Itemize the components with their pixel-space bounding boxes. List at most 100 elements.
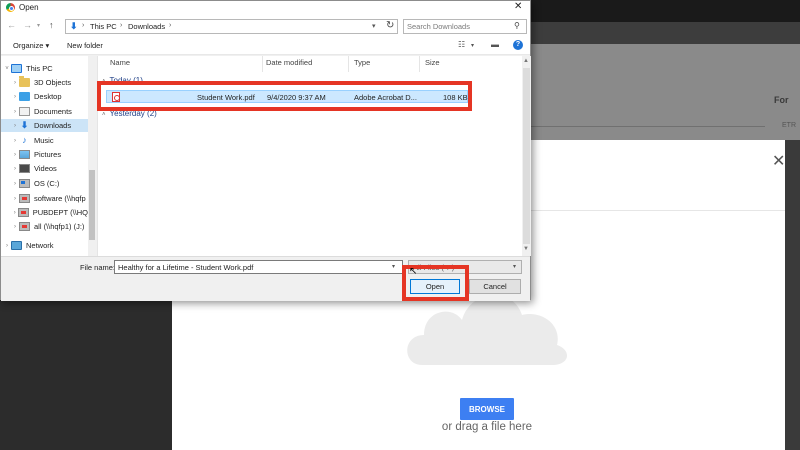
refresh-icon[interactable]: ↻: [386, 20, 394, 31]
expand-icon[interactable]: ›: [11, 166, 19, 172]
modal-close-icon[interactable]: ✕: [772, 154, 785, 170]
expand-icon[interactable]: ›: [11, 138, 19, 144]
search-input[interactable]: [407, 21, 513, 32]
expand-icon[interactable]: ›: [11, 109, 19, 115]
view-options-icon[interactable]: ☷: [458, 40, 465, 49]
highlight-box-file: [97, 81, 472, 111]
downloads-icon: ⬇: [70, 21, 78, 31]
browse-button[interactable]: BROWSE: [460, 398, 514, 420]
sidebar-item-pictures[interactable]: › Pictures: [11, 148, 88, 161]
cancel-button[interactable]: Cancel: [469, 279, 521, 294]
dialog-title: Open: [19, 3, 39, 12]
documents-icon: [19, 107, 30, 116]
column-header-type[interactable]: Type: [354, 58, 370, 72]
background-for-text: For: [774, 95, 789, 105]
breadcrumb-this-pc[interactable]: This PC: [90, 22, 117, 31]
downloads-icon: ⬇: [20, 120, 29, 130]
network-drive-icon: [19, 194, 30, 203]
expand-icon[interactable]: ›: [11, 224, 19, 230]
sidebar-item-pubdept[interactable]: › PUBDEPT (\\HQ: [11, 206, 88, 219]
file-name-field[interactable]: Healthy for a Lifetime - Student Work.pd…: [114, 260, 403, 274]
videos-icon: [19, 164, 30, 173]
chevron-down-icon[interactable]: ▾: [372, 22, 376, 30]
chevron-right-icon: ›: [120, 22, 123, 29]
computer-icon: [11, 64, 22, 73]
new-folder-button[interactable]: New folder: [67, 41, 103, 50]
drive-icon: [19, 179, 30, 188]
column-divider[interactable]: [262, 56, 263, 72]
network-drive-icon: [18, 208, 29, 217]
expand-icon[interactable]: ›: [11, 152, 19, 158]
close-icon[interactable]: ✕: [514, 1, 522, 12]
chevron-down-icon[interactable]: ▾: [392, 263, 395, 270]
address-bar[interactable]: ⬇ › This PC › Downloads › ▾ ↻: [65, 19, 398, 34]
up-arrow-icon[interactable]: ↑: [49, 20, 54, 30]
chevron-down-icon[interactable]: ▾: [471, 42, 474, 49]
file-list-scrollbar[interactable]: ▲ ▼: [522, 56, 531, 256]
navigation-pane: ˅ This PC › 3D Objects › Desktop › Docum…: [1, 56, 96, 256]
organize-button[interactable]: Organize ▾: [13, 41, 49, 50]
expand-icon[interactable]: ›: [11, 196, 19, 202]
column-divider[interactable]: [419, 56, 420, 72]
expand-icon[interactable]: ›: [11, 80, 19, 86]
sidebar-item-os-drive[interactable]: › OS (C:): [11, 177, 88, 190]
network-drive-icon: [19, 222, 30, 231]
sidebar-item-label: Network: [26, 241, 54, 250]
scroll-down-icon[interactable]: ▼: [523, 246, 529, 252]
expand-icon[interactable]: ›: [3, 243, 11, 249]
mouse-cursor-icon: ↖: [409, 266, 418, 277]
scrollbar-thumb[interactable]: [523, 68, 530, 244]
chevron-up-icon: ˄: [102, 112, 106, 118]
open-file-dialog: Open ✕ ← → ▾ ↑ ⬇ › This PC › Downloads ›…: [0, 0, 531, 301]
expand-icon[interactable]: ›: [11, 123, 19, 129]
sidebar-item-all-drive[interactable]: › all (\\hqfp1) (J:): [11, 220, 88, 233]
dialog-titlebar: Open ✕: [1, 1, 530, 15]
sidebar-item-music[interactable]: › ♪ Music: [11, 134, 88, 147]
sidebar-item-software[interactable]: › software (\\hqfp: [11, 192, 88, 205]
column-header-name[interactable]: Name: [110, 58, 130, 72]
navigation-bar: ← → ▾ ↑ ⬇ › This PC › Downloads › ▾ ↻ ⚲: [1, 15, 530, 37]
sidebar-item-label: This PC: [26, 64, 53, 73]
sidebar-item-network[interactable]: › Network: [3, 239, 88, 252]
column-header-size[interactable]: Size: [425, 58, 440, 72]
chevron-right-icon: ›: [169, 22, 172, 29]
preview-pane-icon[interactable]: ▬: [491, 40, 499, 49]
sidebar-item-downloads[interactable]: › ⬇ Downloads: [1, 119, 88, 132]
recent-locations-icon[interactable]: ▾: [37, 22, 40, 29]
chevron-right-icon: ›: [82, 22, 85, 29]
collapse-icon[interactable]: ˅: [3, 66, 11, 72]
sidebar-item-documents[interactable]: › Documents: [11, 105, 88, 118]
sidebar-item-label: 3D Objects: [34, 78, 72, 87]
sidebar-item-label: Desktop: [34, 92, 62, 101]
back-arrow-icon[interactable]: ←: [7, 20, 16, 30]
column-divider[interactable]: [348, 56, 349, 72]
expand-icon[interactable]: ›: [11, 181, 19, 187]
sidebar-item-desktop[interactable]: › Desktop: [11, 90, 88, 103]
expand-icon[interactable]: ›: [11, 94, 19, 100]
sidebar-item-label: Videos: [34, 164, 57, 173]
sidebar-item-3d-objects[interactable]: › 3D Objects: [11, 76, 88, 89]
sidebar-item-label: Pictures: [34, 150, 62, 159]
scrollbar-thumb[interactable]: [89, 170, 95, 240]
column-header-date[interactable]: Date modified: [266, 58, 312, 72]
sidebar-item-this-pc[interactable]: ˅ This PC: [3, 62, 88, 75]
command-bar: Organize ▾ New folder ☷ ▾ ▬ ?: [1, 37, 530, 55]
chrome-icon: [6, 3, 15, 12]
network-icon: [11, 241, 22, 250]
divider: [530, 126, 765, 127]
sidebar-item-videos[interactable]: › Videos: [11, 162, 88, 175]
background-top-bar: [530, 0, 800, 22]
search-box[interactable]: ⚲: [403, 19, 527, 34]
expand-icon[interactable]: ›: [11, 210, 18, 216]
forward-arrow-icon[interactable]: →: [23, 20, 32, 30]
sidebar-item-label: all (\\hqfp1) (J:): [34, 222, 85, 231]
sidebar-scrollbar[interactable]: [88, 56, 96, 256]
file-name-value[interactable]: Healthy for a Lifetime - Student Work.pd…: [118, 263, 253, 272]
background-info-panel: For ETR: [530, 44, 800, 140]
breadcrumb-downloads[interactable]: Downloads: [128, 22, 165, 31]
pictures-icon: [19, 150, 30, 159]
help-icon[interactable]: ?: [513, 40, 523, 50]
scroll-up-icon[interactable]: ▲: [523, 58, 529, 64]
sidebar-item-label: Music: [34, 136, 54, 145]
desktop-icon: [19, 92, 30, 101]
